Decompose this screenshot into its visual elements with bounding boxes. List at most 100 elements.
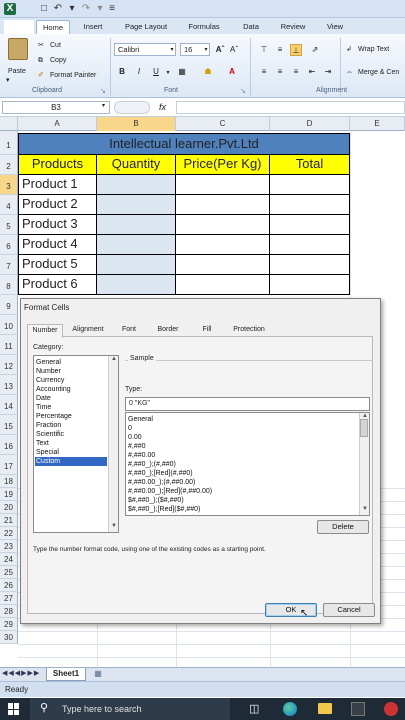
format-item[interactable]: $#,##0_);[Red]($#,##0) xyxy=(128,505,200,514)
row-header[interactable]: 1 xyxy=(0,131,18,155)
format-item[interactable]: #,##0.00_);(#,##0.00) xyxy=(128,478,195,487)
total-cell[interactable] xyxy=(270,255,350,275)
sheet-tab-sheet1[interactable]: Sheet1 xyxy=(46,668,86,681)
chevron-down-icon[interactable]: ▾ xyxy=(6,76,10,85)
tab-review[interactable]: Review xyxy=(274,20,312,34)
row-header[interactable]: 19 xyxy=(0,488,18,501)
select-all-button[interactable] xyxy=(0,117,18,131)
task-view-icon[interactable]: ◫ xyxy=(249,702,259,715)
quantity-cell[interactable] xyxy=(97,235,176,255)
chevron-down-icon[interactable]: ▾ xyxy=(102,102,105,109)
row-header[interactable]: 30 xyxy=(0,631,18,644)
row-header[interactable]: 9 xyxy=(0,295,18,315)
column-header-c[interactable]: C xyxy=(176,117,270,131)
row-header[interactable]: 27 xyxy=(0,592,18,605)
row-header[interactable]: 15 xyxy=(0,415,18,435)
total-cell[interactable] xyxy=(270,235,350,255)
quantity-cell[interactable] xyxy=(97,275,176,295)
decrease-indent-icon[interactable]: ⇤ xyxy=(306,66,318,78)
row-header[interactable]: 5 xyxy=(0,215,18,235)
row-header[interactable]: 13 xyxy=(0,375,18,395)
tab-number[interactable]: Number xyxy=(27,324,63,338)
category-item-selected[interactable]: Custom xyxy=(35,457,107,466)
scrollbar-thumb[interactable] xyxy=(360,419,368,437)
row-header[interactable]: 16 xyxy=(0,435,18,455)
category-item[interactable]: Number xyxy=(36,367,61,376)
insert-function-button[interactable]: fx xyxy=(159,102,166,112)
total-cell[interactable] xyxy=(270,275,350,295)
align-left-icon[interactable]: ≡ xyxy=(258,66,270,78)
fill-color-icon[interactable]: ☗ xyxy=(202,66,214,78)
grow-font-icon[interactable]: Aˆ xyxy=(214,44,226,56)
excel-logo-icon[interactable]: X xyxy=(4,3,16,15)
wrap-text-button[interactable]: Wrap Text xyxy=(358,45,389,54)
price-cell[interactable] xyxy=(176,215,270,235)
quantity-cell[interactable] xyxy=(97,215,176,235)
format-item[interactable]: #,##0.00_);[Red](#,##0.00) xyxy=(128,487,212,496)
sheet-nav-icon[interactable]: ◀◀◀▶▶▶ xyxy=(2,669,40,677)
format-item[interactable]: #,##0_);(#,##0) xyxy=(128,460,176,469)
paste-icon[interactable] xyxy=(8,38,28,60)
row-header[interactable]: 25 xyxy=(0,566,18,579)
row-header[interactable]: 7 xyxy=(0,255,18,275)
tab-formulas[interactable]: Formulas xyxy=(182,20,226,34)
chevron-down-icon[interactable]: ▾ xyxy=(200,44,212,56)
delete-button[interactable]: Delete xyxy=(317,520,369,534)
ok-button[interactable]: OK xyxy=(265,603,317,617)
row-header[interactable]: 22 xyxy=(0,527,18,540)
cut-button[interactable]: Cut xyxy=(50,41,61,50)
dialog-launcher-icon[interactable]: ↘ xyxy=(240,87,246,96)
increase-indent-icon[interactable]: ⇥ xyxy=(322,66,334,78)
tab-data[interactable]: Data xyxy=(236,20,266,34)
row-header[interactable]: 17 xyxy=(0,455,18,475)
column-header-d[interactable]: D xyxy=(270,117,350,131)
price-cell[interactable] xyxy=(176,275,270,295)
copy-button[interactable]: Copy xyxy=(50,56,66,65)
format-item[interactable]: General xyxy=(128,415,153,424)
formula-input[interactable] xyxy=(176,101,405,114)
shrink-font-icon[interactable]: Aˇ xyxy=(228,44,240,56)
row-header[interactable]: 29 xyxy=(0,618,18,631)
type-input[interactable]: 0 "KG" xyxy=(125,397,370,411)
category-item[interactable]: Special xyxy=(36,448,59,457)
product-cell[interactable]: Product 4 xyxy=(18,235,97,255)
price-cell[interactable] xyxy=(176,195,270,215)
row-header[interactable]: 24 xyxy=(0,553,18,566)
tab-insert[interactable]: Insert xyxy=(76,20,110,34)
chevron-down-icon[interactable]: ▾ xyxy=(166,44,178,56)
format-item[interactable]: #,##0_);[Red](#,##0) xyxy=(128,469,193,478)
price-cell[interactable] xyxy=(176,175,270,195)
customize-toolbar-icon[interactable]: ≡ xyxy=(106,3,118,15)
italic-button[interactable]: I xyxy=(133,66,145,78)
store-icon[interactable] xyxy=(351,702,365,716)
align-center-icon[interactable]: ≡ xyxy=(274,66,286,78)
align-middle-icon[interactable]: ≡ xyxy=(274,44,286,56)
price-cell[interactable] xyxy=(176,235,270,255)
dropdown-arrow-icon[interactable]: ▾ xyxy=(66,3,78,15)
new-sheet-icon[interactable]: ▦ xyxy=(90,669,106,680)
bold-button[interactable]: B xyxy=(116,66,128,78)
chevron-down-icon[interactable]: ▾ xyxy=(162,67,174,79)
row-header[interactable]: 6 xyxy=(0,235,18,255)
tab-border[interactable]: Border xyxy=(149,324,187,337)
align-top-icon[interactable]: ⊤ xyxy=(258,44,270,56)
font-color-icon[interactable]: A xyxy=(226,66,238,78)
row-header[interactable]: 14 xyxy=(0,395,18,415)
merge-center-button[interactable]: Merge & Cen xyxy=(358,68,399,77)
row-header[interactable]: 4 xyxy=(0,195,18,215)
product-cell[interactable]: Product 3 xyxy=(18,215,97,235)
underline-button[interactable]: U xyxy=(150,66,162,78)
row-header[interactable]: 2 xyxy=(0,155,18,175)
name-box[interactable]: B3 xyxy=(2,101,110,114)
quantity-cell[interactable] xyxy=(97,195,176,215)
align-bottom-icon[interactable]: ⊥ xyxy=(290,44,302,56)
undo-icon[interactable]: ↶ xyxy=(52,3,64,15)
save-icon[interactable]: □ xyxy=(38,3,50,15)
tab-view[interactable]: View xyxy=(320,20,350,34)
header-cell-total[interactable]: Total xyxy=(270,155,350,175)
format-item[interactable]: $#,##0_);($#,##0) xyxy=(128,496,184,505)
product-cell[interactable]: Product 2 xyxy=(18,195,97,215)
category-item[interactable]: Scientific xyxy=(36,430,64,439)
office-button[interactable] xyxy=(4,20,34,34)
category-item[interactable]: General xyxy=(36,358,61,367)
